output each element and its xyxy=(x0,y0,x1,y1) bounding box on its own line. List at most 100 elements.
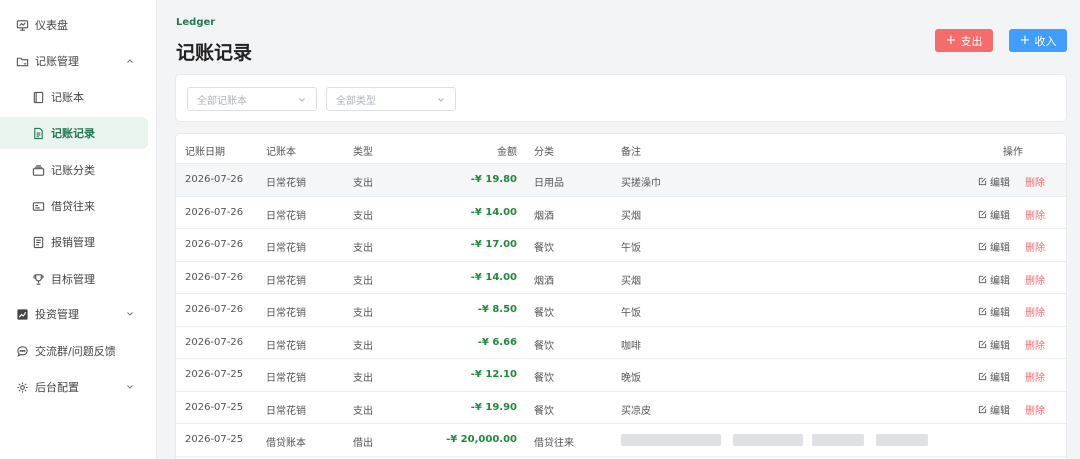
column-header-date[interactable]: 记账日期 xyxy=(185,143,225,158)
edit-button[interactable]: 编辑 xyxy=(978,239,1010,254)
edit-button[interactable]: 编辑 xyxy=(978,369,1010,384)
page-eyebrow: Ledger xyxy=(176,17,216,28)
redacted-note xyxy=(621,434,721,446)
cell-note: 午饭 xyxy=(621,308,641,319)
chart-icon xyxy=(15,307,29,321)
edit-button[interactable]: 编辑 xyxy=(978,402,1010,417)
sidebar-item-loans[interactable]: 借贷往来 xyxy=(0,190,157,222)
delete-button[interactable]: 删除 xyxy=(1025,369,1045,384)
sidebar-item-goals[interactable]: 目标管理 xyxy=(0,263,157,295)
table-row[interactable]: 2026-07-26 日常花销 支出 -¥ 14.00 烟酒 买烟 编辑 删除 xyxy=(176,262,1066,294)
cell-type: 支出 xyxy=(353,210,373,222)
cell-book: 日常花销 xyxy=(266,178,306,189)
sidebar-item-label: 记账分类 xyxy=(51,164,95,177)
sidebar-item-bookkeeping[interactable]: 记账管理 xyxy=(0,45,157,77)
sidebar-item-dashboard[interactable]: 仪表盘 xyxy=(0,9,157,41)
delete-button[interactable]: 删除 xyxy=(1025,239,1045,254)
cell-note: 买烟 xyxy=(621,275,641,287)
sidebar-item-label: 报销管理 xyxy=(51,236,95,249)
chevron-down-icon xyxy=(297,95,307,105)
delete-button[interactable]: 删除 xyxy=(1025,304,1045,319)
add-expense-button[interactable]: + 支出 xyxy=(935,29,993,52)
cell-note: 咖啡 xyxy=(621,340,641,352)
sidebar-item-label: 记账本 xyxy=(51,91,84,104)
cell-book: 日常花销 xyxy=(266,373,306,384)
cell-date: 2026-07-25 xyxy=(185,401,244,413)
edit-label: 编辑 xyxy=(990,210,1010,222)
sidebar-item-feedback[interactable]: 交流群/问题反馈 xyxy=(0,335,157,367)
table-row[interactable]: 2026-07-26 日常花销 支出 -¥ 6.66 餐饮 咖啡 编辑 删除 xyxy=(176,327,1066,359)
type-select[interactable]: 全部类型 xyxy=(326,87,456,111)
table-row[interactable]: 2026-07-26 日常花销 支出 -¥ 17.00 餐饮 午饭 编辑 删除 xyxy=(176,229,1066,262)
add-income-button[interactable]: + 收入 xyxy=(1009,29,1067,52)
chevron-down-icon xyxy=(436,95,446,105)
delete-button[interactable]: 删除 xyxy=(1025,174,1045,189)
table-row[interactable]: 2026-07-26 日常花销 支出 -¥ 8.50 餐饮 午饭 编辑 删除 xyxy=(176,294,1066,327)
cell-amount: -¥ 12.10 xyxy=(470,369,517,380)
delete-button[interactable]: 删除 xyxy=(1025,272,1045,287)
cell-note: 买搓澡巾 xyxy=(621,178,661,189)
delete-button[interactable]: 删除 xyxy=(1025,337,1045,352)
delete-button[interactable]: 删除 xyxy=(1025,207,1045,222)
sidebar-item-ledger-records[interactable]: 记账记录 xyxy=(0,117,148,149)
ledger-book-select-placeholder: 全部记账本 xyxy=(197,95,247,107)
sidebar-item-admin-settings[interactable]: 后台配置 xyxy=(0,371,157,403)
card-icon xyxy=(31,199,45,213)
cell-note: 晚饭 xyxy=(621,373,641,384)
cell-note: 午饭 xyxy=(621,243,641,254)
sidebar-item-ledger-category[interactable]: 记账分类 xyxy=(0,154,157,186)
cell-date: 2026-07-25 xyxy=(185,369,244,380)
cell-book: 借贷账本 xyxy=(266,438,306,449)
cell-date: 2026-07-26 xyxy=(185,239,244,250)
edit-label: 编辑 xyxy=(990,405,1010,417)
cell-category: 餐饮 xyxy=(534,373,554,384)
sidebar-item-ledger-book[interactable]: 记账本 xyxy=(0,81,157,113)
plus-icon: + xyxy=(945,33,957,48)
edit-icon xyxy=(978,275,987,283)
table-row[interactable]: 2026-07-25 借贷账本 借出 -¥ 20,000.00 借贷往来 xyxy=(176,424,1066,457)
redacted-note xyxy=(812,434,864,446)
cell-amount: -¥ 20,000.00 xyxy=(446,434,517,445)
cell-category: 烟酒 xyxy=(534,275,554,287)
delete-button[interactable]: 删除 xyxy=(1025,402,1045,417)
column-header-book[interactable]: 记账本 xyxy=(266,143,296,158)
sidebar-item-label: 目标管理 xyxy=(51,273,95,286)
edit-button[interactable]: 编辑 xyxy=(978,272,1010,287)
cell-amount: -¥ 17.00 xyxy=(470,239,517,250)
cell-date: 2026-07-26 xyxy=(185,174,244,185)
receipt-icon xyxy=(31,235,45,249)
column-header-type[interactable]: 类型 xyxy=(353,143,373,158)
sidebar-item-label: 后台配置 xyxy=(35,381,79,394)
trophy-icon xyxy=(31,272,45,286)
table-row[interactable]: 2026-07-25 日常花销 支出 -¥ 12.10 餐饮 晚饭 编辑 删除 xyxy=(176,359,1066,392)
cell-amount: -¥ 14.00 xyxy=(470,271,517,283)
cell-category: 借贷往来 xyxy=(534,438,574,449)
sidebar-item-label: 借贷往来 xyxy=(51,200,95,213)
edit-button[interactable]: 编辑 xyxy=(978,304,1010,319)
type-select-placeholder: 全部类型 xyxy=(336,95,376,107)
edit-button[interactable]: 编辑 xyxy=(978,207,1010,222)
table-row[interactable]: 2026-07-26 日常花销 支出 -¥ 14.00 烟酒 买烟 编辑 删除 xyxy=(176,197,1066,229)
sidebar: 仪表盘 记账管理 记账本 记账记录 记账分类 借贷往来 报销管理 目标管理 投资… xyxy=(0,0,157,459)
edit-button[interactable]: 编辑 xyxy=(978,337,1010,352)
table-row[interactable]: 2026-07-25 日常花销 支出 -¥ 19.90 餐饮 买凉皮 编辑 删除 xyxy=(176,392,1066,424)
ledger-book-select[interactable]: 全部记账本 xyxy=(187,87,317,111)
sidebar-item-investment[interactable]: 投资管理 xyxy=(0,298,157,330)
table-row[interactable]: 2026-07-26 日常花销 支出 -¥ 19.80 日用品 买搓澡巾 编辑 … xyxy=(176,164,1066,197)
chat-icon xyxy=(15,344,29,358)
cell-category: 日用品 xyxy=(534,178,564,189)
edit-icon xyxy=(978,405,987,413)
column-header-note[interactable]: 备注 xyxy=(621,143,641,158)
cell-type: 借出 xyxy=(353,438,373,449)
column-header-category[interactable]: 分类 xyxy=(534,143,554,158)
column-header-amount[interactable]: 金额 xyxy=(497,143,517,158)
cell-book: 日常花销 xyxy=(266,210,306,222)
edit-label: 编辑 xyxy=(990,243,1010,254)
cell-book: 日常花销 xyxy=(266,275,306,287)
sidebar-item-reimbursement[interactable]: 报销管理 xyxy=(0,226,157,258)
redacted-note xyxy=(876,434,928,446)
chevron-down-icon xyxy=(125,309,135,319)
edit-button[interactable]: 编辑 xyxy=(978,174,1010,189)
edit-label: 编辑 xyxy=(990,308,1010,319)
cell-date: 2026-07-26 xyxy=(185,206,244,218)
